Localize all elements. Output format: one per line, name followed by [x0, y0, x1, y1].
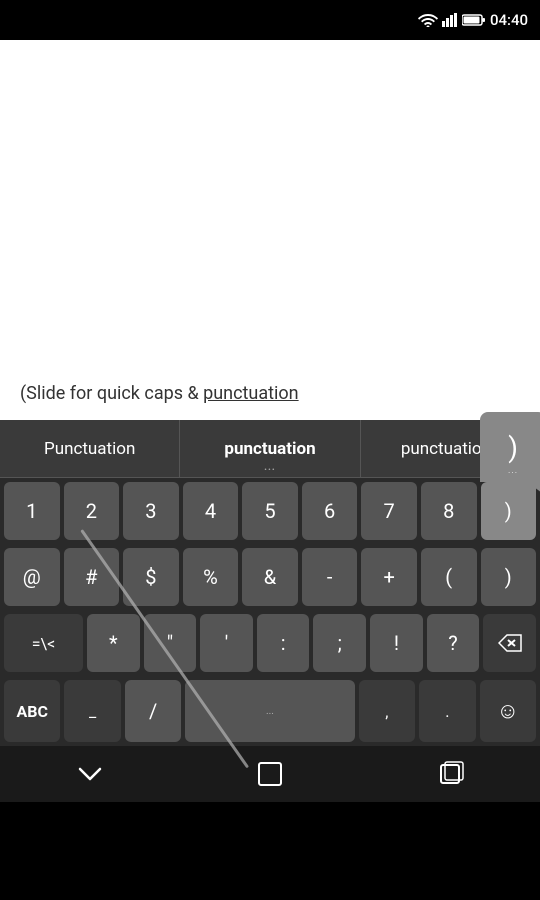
key-plus[interactable]: +	[361, 548, 417, 606]
content-area: (Slide for quick caps & punctuation	[0, 40, 540, 420]
key-5[interactable]: 5	[242, 482, 298, 540]
key-period[interactable]: .	[419, 680, 475, 742]
key-row-more-symbols: =\< * " ' : ; ! ?	[0, 610, 540, 676]
status-time: 04:40	[490, 11, 528, 29]
key-semicolon[interactable]: ;	[313, 614, 366, 672]
key-close-paren[interactable]: )	[481, 548, 537, 606]
key-3[interactable]: 3	[123, 482, 179, 540]
nav-bar	[0, 746, 540, 802]
autocomplete-dots: ...	[264, 462, 276, 473]
key-ampersand[interactable]: &	[242, 548, 298, 606]
key-hash[interactable]: #	[64, 548, 120, 606]
key-row-symbols: @ # $ % & - + ( )	[0, 544, 540, 610]
key-exclamation[interactable]: !	[370, 614, 423, 672]
key-quote-single[interactable]: '	[200, 614, 253, 672]
key-colon[interactable]: :	[257, 614, 310, 672]
signal-icon	[442, 13, 458, 27]
key-minus[interactable]: -	[302, 548, 358, 606]
key-row-numbers: 1 2 3 4 5 6 7 8 ) ... )	[0, 478, 540, 544]
popup-bubble: ) ...	[480, 412, 540, 482]
home-icon	[256, 760, 284, 788]
key-asterisk[interactable]: *	[87, 614, 140, 672]
key-emoji[interactable]: ☺	[480, 680, 536, 742]
autocomplete-bar: Punctuation punctuation ... punctuations	[0, 420, 540, 478]
nav-recents-button[interactable]	[420, 754, 480, 794]
popup-bubble-dots: ...	[508, 466, 518, 476]
key-8[interactable]: 8	[421, 482, 477, 540]
editor-static-text: (Slide for quick caps &	[20, 383, 203, 404]
autocomplete-item-0[interactable]: Punctuation	[0, 420, 180, 477]
key-underscore[interactable]: _	[64, 680, 120, 742]
battery-icon	[462, 13, 486, 27]
editor-text: (Slide for quick caps & punctuation	[20, 383, 299, 404]
key-equals-backslash[interactable]: =\<	[4, 614, 83, 672]
key-7[interactable]: 7	[361, 482, 417, 540]
key-space[interactable]: ...	[185, 680, 354, 742]
key-1[interactable]: 1	[4, 482, 60, 540]
key-open-paren[interactable]: (	[421, 548, 477, 606]
key-2[interactable]: 2	[64, 482, 120, 540]
key-question[interactable]: ?	[427, 614, 480, 672]
status-icons: 04:40	[418, 11, 528, 29]
key-row-bottom: ABC _ / ... , . ☺	[0, 676, 540, 746]
recents-icon	[436, 760, 464, 788]
key-quote-double[interactable]: "	[144, 614, 197, 672]
nav-back-button[interactable]	[60, 754, 120, 794]
status-bar: 04:40	[0, 0, 540, 40]
nav-home-button[interactable]	[240, 754, 300, 794]
autocomplete-item-1[interactable]: punctuation ...	[180, 420, 360, 477]
key-slash[interactable]: /	[125, 680, 181, 742]
key-4[interactable]: 4	[183, 482, 239, 540]
key-6[interactable]: 6	[302, 482, 358, 540]
backspace-key[interactable]	[483, 614, 536, 672]
wifi-icon	[418, 13, 438, 27]
keyboard: 1 2 3 4 5 6 7 8 ) ... ) @ # $ % & - + ( …	[0, 478, 540, 746]
key-abc[interactable]: ABC	[4, 680, 60, 742]
chevron-down-icon	[75, 764, 105, 784]
key-dollar[interactable]: $	[123, 548, 179, 606]
key-percent[interactable]: %	[183, 548, 239, 606]
key-0-popup[interactable]: ) ... )	[481, 482, 537, 540]
editor-underline-text: punctuation	[203, 383, 298, 404]
key-at[interactable]: @	[4, 548, 60, 606]
key-comma[interactable]: ,	[359, 680, 415, 742]
